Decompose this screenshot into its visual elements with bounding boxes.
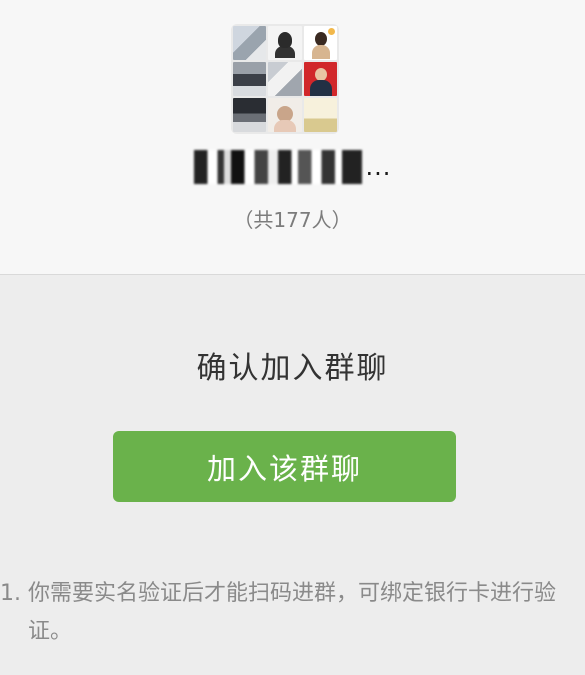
confirm-title: 确认加入群聊	[196, 351, 389, 386]
blurred-group-name	[193, 150, 362, 184]
member-avatar	[268, 62, 302, 96]
member-count: （共177人）	[233, 208, 352, 232]
member-avatar	[303, 98, 337, 132]
member-avatar	[268, 98, 302, 132]
avatar-badge-icon	[328, 28, 335, 35]
group-name-ellipsis: ...	[365, 153, 392, 181]
join-group-button[interactable]: 加入该群聊	[113, 431, 456, 502]
member-avatar	[268, 26, 302, 60]
member-avatar	[303, 62, 337, 96]
note-text: 你需要实名验证后才能扫码进群，可绑定银行卡进行验证。	[28, 581, 557, 644]
note-index: 1.	[0, 581, 21, 606]
member-avatar	[233, 26, 267, 60]
member-avatar	[233, 62, 267, 96]
member-avatar	[233, 98, 267, 132]
group-avatar	[231, 24, 339, 134]
group-name: ...	[0, 150, 585, 184]
group-header: ... （共177人）	[0, 0, 585, 275]
